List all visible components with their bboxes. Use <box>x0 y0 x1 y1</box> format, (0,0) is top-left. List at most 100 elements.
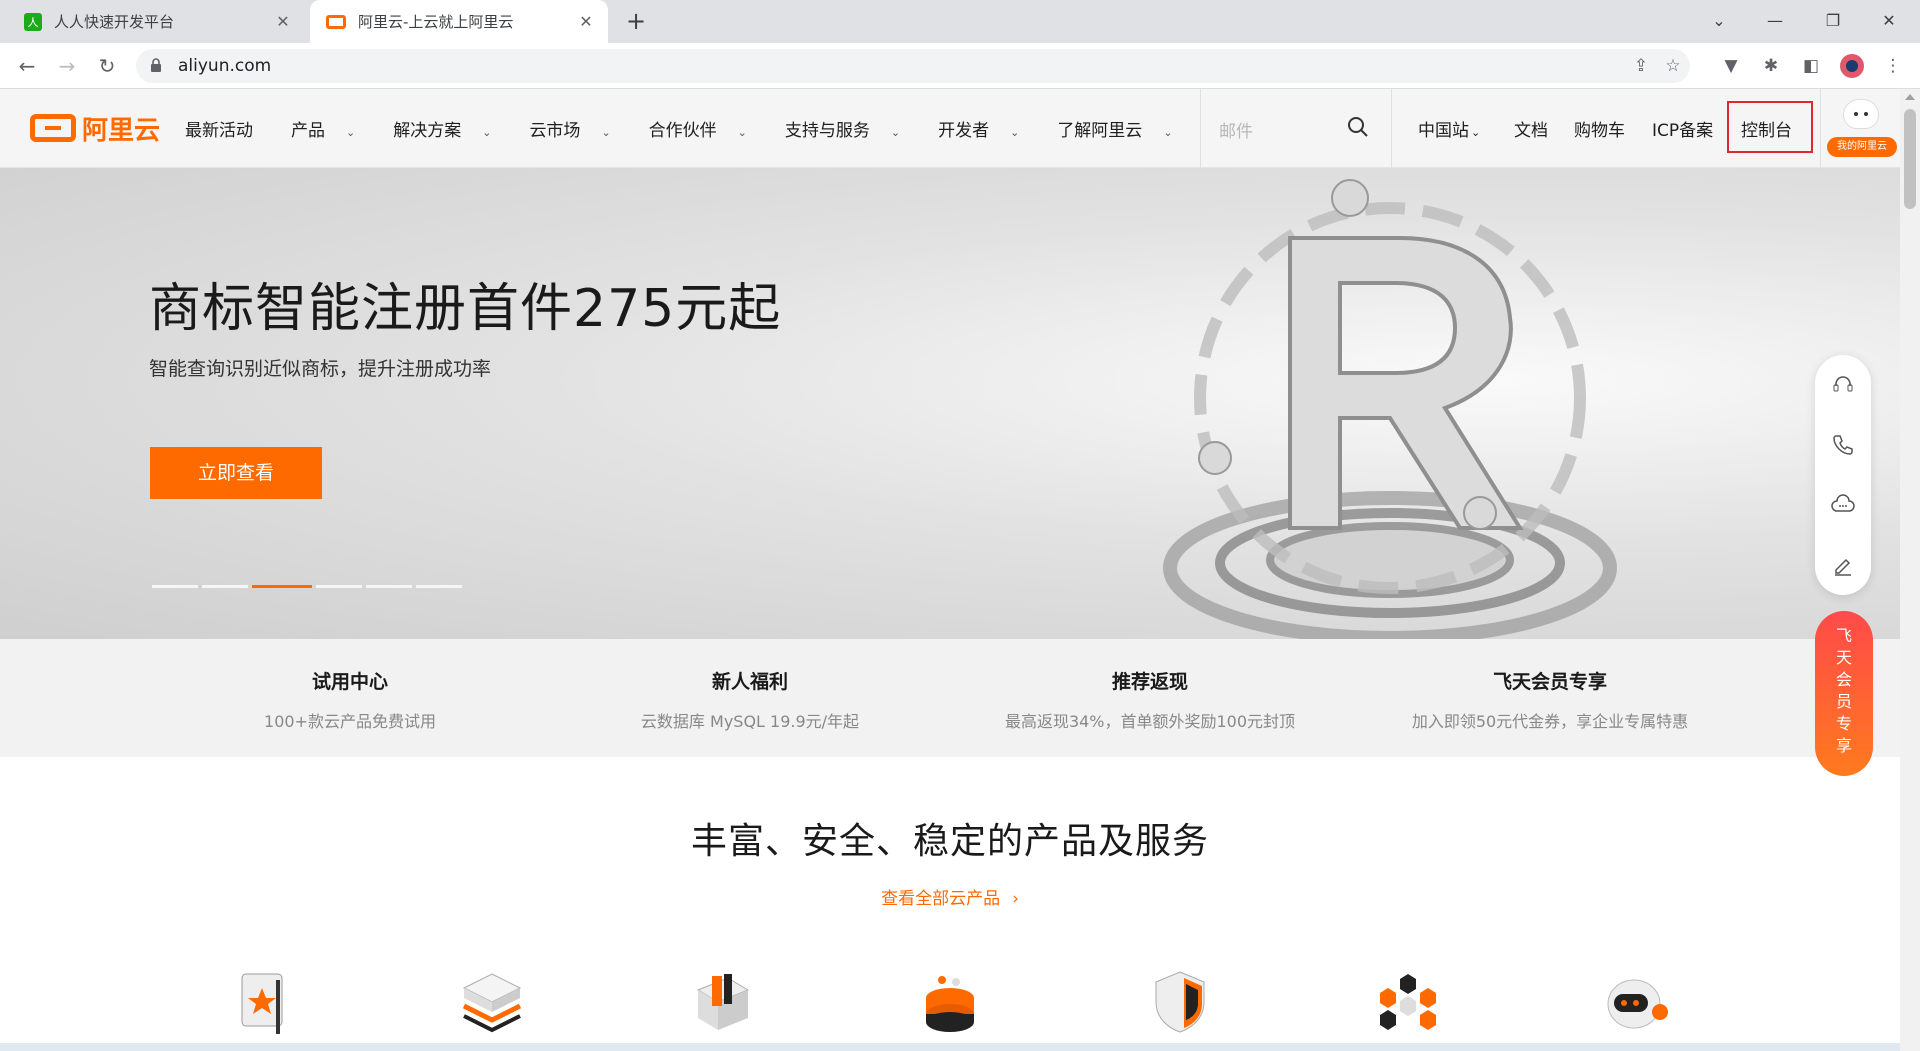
database-icon[interactable] <box>916 968 984 1036</box>
nav-item-about[interactable]: 了解阿里云 ⌄ <box>1057 116 1191 141</box>
chevron-down-icon: ⌄ <box>601 126 611 139</box>
nav-item-solutions[interactable]: 解决方案 ⌄ <box>393 116 510 141</box>
server-stack-icon[interactable] <box>458 968 526 1036</box>
nav-item-latest[interactable]: 最新活动 <box>185 116 272 141</box>
chevron-down-icon: ⌄ <box>1163 126 1173 139</box>
nav-label: 解决方案 <box>393 121 462 141</box>
hero-view-button[interactable]: 立即查看 <box>150 447 322 499</box>
side-panel-icon[interactable]: ◧ <box>1800 55 1822 77</box>
floating-side-tools <box>1815 355 1871 595</box>
nav-item-support[interactable]: 支持与服务 ⌄ <box>785 116 919 141</box>
console-link-highlight[interactable]: 控制台 <box>1727 101 1813 153</box>
nav-label: 支持与服务 <box>784 121 870 141</box>
feature-newcomer[interactable]: 新人福利 云数据库 MySQL 19.9元/年起 <box>550 667 950 732</box>
edit-icon[interactable] <box>1831 553 1855 577</box>
carousel-dot[interactable] <box>366 585 412 588</box>
link-label: 查看全部云产品 <box>881 889 1001 909</box>
reload-icon[interactable]: ↻ <box>92 51 122 81</box>
avatar-robot-icon <box>1843 99 1879 129</box>
carousel-dot-active[interactable] <box>252 585 312 588</box>
feature-membership[interactable]: 飞天会员专享 加入即领50元代金券，享企业专属特惠 <box>1350 667 1750 732</box>
profile-avatar[interactable] <box>1840 54 1864 78</box>
nav-item-market[interactable]: 云市场 ⌄ <box>529 116 629 141</box>
region-selector[interactable]: 中国站 ⌄ <box>1418 116 1480 141</box>
phone-icon[interactable] <box>1831 433 1855 457</box>
carousel-dot[interactable] <box>316 585 362 588</box>
aliyun-logo-mark-icon <box>30 114 76 142</box>
robot-icon[interactable] <box>1602 968 1670 1036</box>
fly-tag-char: 享 <box>1835 736 1852 755</box>
feature-referral[interactable]: 推荐返现 最高返现34%，首单额外奖励100元封顶 <box>950 667 1350 732</box>
chevron-down-icon: ⌄ <box>1471 126 1481 139</box>
site-header: 阿里云 最新活动 产品 ⌄ 解决方案 ⌄ 云市场 ⌄ 合作伙伴 ⌄ 支持与服务 ⌄ 开发者… <box>0 89 1900 168</box>
nav-item-developer[interactable]: 开发者 ⌄ <box>938 116 1038 141</box>
search-input[interactable]: 邮件 <box>1219 117 1253 142</box>
feature-title: 飞天会员专享 <box>1492 671 1607 693</box>
trademark-r-artwork <box>1163 179 1617 639</box>
browser-tab-renren[interactable]: 人 人人快速开发平台 ✕ <box>8 0 305 43</box>
chevron-down-icon: ⌄ <box>482 126 492 139</box>
carousel-dot[interactable] <box>202 585 248 588</box>
close-tab-icon[interactable]: ✕ <box>576 12 596 32</box>
my-aliyun[interactable]: 我的阿里云 <box>1820 89 1900 168</box>
view-all-products-link[interactable]: 查看全部云产品 › <box>0 884 1900 909</box>
fly-tag-char: 天 <box>1835 648 1852 667</box>
aliyun-favicon-icon <box>326 14 346 29</box>
lock-icon <box>151 58 161 72</box>
nav-item-partners[interactable]: 合作伙伴 ⌄ <box>649 116 766 141</box>
address-bar[interactable]: aliyun.com ⇪ ☆ <box>136 49 1690 83</box>
network-nodes-icon[interactable] <box>1374 968 1442 1036</box>
shield-icon[interactable] <box>1146 968 1214 1036</box>
cloud-chat-icon[interactable] <box>1831 493 1855 517</box>
chevron-down-icon: ⌄ <box>737 126 747 139</box>
scrollbar-thumb[interactable] <box>1904 109 1916 209</box>
feature-title: 试用中心 <box>311 671 388 693</box>
restore-icon[interactable]: ❐ <box>1810 6 1856 36</box>
feature-title: 推荐返现 <box>1111 671 1188 693</box>
extensions-puzzle-icon[interactable]: ✱ <box>1760 55 1782 77</box>
site-search[interactable]: 邮件 <box>1200 89 1392 168</box>
aliyun-logo[interactable]: 阿里云 <box>30 111 160 146</box>
renren-favicon-icon: 人 <box>24 12 42 31</box>
chevron-down-icon: ⌄ <box>890 126 901 139</box>
customer-service-icon[interactable] <box>1831 373 1855 397</box>
fly-tag-char: 飞 <box>1835 626 1852 645</box>
close-tab-icon[interactable]: ✕ <box>273 12 293 32</box>
feitian-member-tag[interactable]: 飞 天 会 员 专 享 <box>1815 611 1873 776</box>
back-icon[interactable]: ← <box>12 51 42 81</box>
nav-label: 合作伙伴 <box>648 121 717 141</box>
minimize-icon[interactable]: — <box>1752 6 1798 36</box>
page-scrollbar[interactable] <box>1900 89 1920 1051</box>
close-window-icon[interactable]: ✕ <box>1866 6 1912 36</box>
cart-link[interactable]: 购物车 <box>1574 116 1625 141</box>
star-badge-icon[interactable] <box>230 968 298 1036</box>
nav-label: 开发者 <box>938 121 990 141</box>
products-section-title: 丰富、安全、稳定的产品及服务 <box>690 821 1209 862</box>
search-icon[interactable] <box>1347 116 1369 138</box>
carousel-dot[interactable] <box>416 585 462 588</box>
tab-title: 人人快速开发平台 <box>54 13 175 31</box>
chevron-down-icon: ⌄ <box>1010 126 1020 139</box>
tab-search-chevron-down-icon[interactable]: ⌄ <box>1696 6 1742 36</box>
hero-title: 商标智能注册首件275元起 <box>149 279 782 339</box>
browser-tab-aliyun[interactable]: 阿里云-上云就上阿里云 ✕ <box>310 0 608 43</box>
scroll-up-arrow-icon[interactable] <box>1905 94 1915 100</box>
bookmark-star-icon[interactable]: ☆ <box>1662 55 1684 77</box>
feature-desc: 加入即领50元代金券，享企业专属特惠 <box>1411 712 1689 731</box>
feature-desc: 最高返现34%，首单额外奖励100元封顶 <box>1004 712 1296 731</box>
feature-desc: 云数据库 MySQL 19.9元/年起 <box>640 712 860 731</box>
share-icon[interactable]: ⇪ <box>1630 55 1652 77</box>
storage-box-icon[interactable] <box>688 968 756 1036</box>
docs-link[interactable]: 文档 <box>1514 116 1548 141</box>
carousel-dot[interactable] <box>152 585 198 588</box>
new-tab-button[interactable]: + <box>622 8 650 36</box>
forward-icon[interactable]: → <box>52 51 82 81</box>
feature-trial-center[interactable]: 试用中心 100+款云产品免费试用 <box>150 667 550 732</box>
fly-tag-char: 专 <box>1835 714 1852 733</box>
nav-label: 了解阿里云 <box>1057 121 1143 141</box>
nav-item-products[interactable]: 产品 ⌄ <box>291 116 374 141</box>
url-text[interactable]: aliyun.com <box>178 56 271 76</box>
icp-link[interactable]: ICP备案 <box>1652 116 1713 141</box>
menu-kebab-icon[interactable]: ⋮ <box>1882 55 1904 77</box>
extension-v-icon[interactable]: ▼ <box>1720 55 1742 77</box>
